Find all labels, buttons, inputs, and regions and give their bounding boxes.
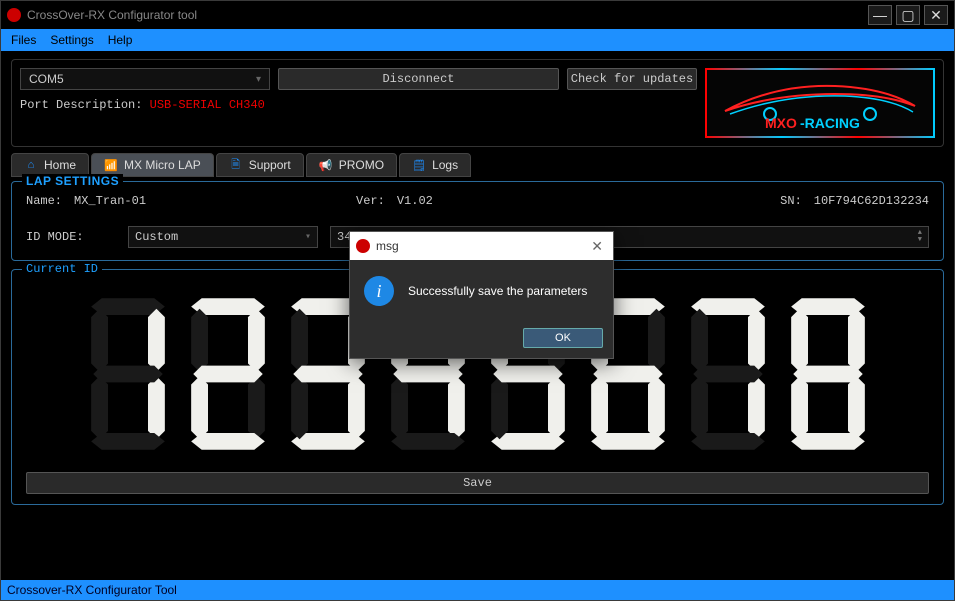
menu-settings[interactable]: Settings: [44, 31, 99, 49]
name-label: Name:: [26, 194, 62, 208]
menubar: Files Settings Help: [1, 29, 954, 51]
antenna-icon: 📶: [104, 158, 118, 172]
promo-icon: 📢: [319, 158, 333, 172]
close-icon: ✕: [591, 238, 603, 254]
ver-label: Ver:: [356, 194, 385, 208]
dialog-close-button[interactable]: ✕: [587, 238, 607, 255]
tab-promo[interactable]: 📢PROMO: [306, 153, 397, 177]
maximize-button[interactable]: ▢: [896, 5, 920, 25]
digit: [683, 294, 773, 454]
ver-value: V1.02: [397, 194, 433, 208]
digit: [83, 294, 173, 454]
minimize-icon: —: [873, 7, 887, 23]
info-icon: i: [364, 276, 394, 306]
disconnect-button[interactable]: Disconnect: [278, 68, 559, 90]
name-value: MX_Tran-01: [74, 194, 146, 208]
home-icon: ⌂: [24, 158, 38, 172]
window-title: CrossOver-RX Configurator tool: [27, 8, 868, 22]
menu-help[interactable]: Help: [102, 31, 139, 49]
current-id-legend: Current ID: [22, 262, 102, 276]
port-select[interactable]: COM5 ▾: [20, 68, 270, 90]
minimize-button[interactable]: —: [868, 5, 892, 25]
sn-label: SN:: [780, 194, 802, 208]
digit: [783, 294, 873, 454]
sn-value: 10F794C62D132234: [814, 194, 929, 208]
chevron-down-icon: ▾: [305, 231, 311, 243]
dialog-title: msg: [376, 239, 581, 253]
port-description: Port Description: USB-SERIAL CH340: [20, 98, 697, 112]
dialog-message: Successfully save the parameters: [408, 284, 587, 298]
status-text: Crossover-RX Configurator Tool: [7, 583, 177, 597]
support-icon: 🗎: [229, 158, 243, 172]
dialog-ok-button[interactable]: OK: [523, 328, 603, 348]
close-icon: ✕: [930, 7, 942, 24]
idmode-select[interactable]: Custom ▾: [128, 226, 318, 248]
logs-icon: 🗒: [412, 158, 426, 172]
save-button[interactable]: Save: [26, 472, 929, 494]
svg-text:-RACING: -RACING: [800, 115, 860, 131]
port-select-value: COM5: [29, 72, 64, 86]
idmode-value: Custom: [135, 230, 178, 244]
statusbar: Crossover-RX Configurator Tool: [1, 580, 954, 600]
maximize-icon: ▢: [901, 7, 914, 24]
lap-settings-legend: LAP SETTINGS: [22, 174, 123, 188]
dialog-app-icon: [356, 239, 370, 253]
close-button[interactable]: ✕: [924, 5, 948, 25]
tab-support[interactable]: 🗎Support: [216, 153, 304, 177]
brand-logo: MXO -RACING: [705, 68, 935, 138]
tab-logs[interactable]: 🗒Logs: [399, 153, 471, 177]
check-updates-button[interactable]: Check for updates: [567, 68, 697, 90]
connection-panel: COM5 ▾ Disconnect Check for updates Port…: [11, 59, 944, 147]
chevron-down-icon: ▾: [256, 74, 261, 85]
svg-text:MXO: MXO: [765, 115, 797, 131]
titlebar: CrossOver-RX Configurator tool — ▢ ✕: [1, 1, 954, 29]
idmode-label: ID MODE:: [26, 230, 116, 244]
message-dialog: msg ✕ i Successfully save the parameters…: [349, 231, 614, 359]
app-icon: [7, 8, 21, 22]
tabbar: ⌂Home 📶MX Micro LAP 🗎Support 📢PROMO 🗒Log…: [11, 153, 944, 177]
digit: [183, 294, 273, 454]
spinner-icon[interactable]: ▲▼: [918, 230, 922, 244]
menu-files[interactable]: Files: [5, 31, 42, 49]
